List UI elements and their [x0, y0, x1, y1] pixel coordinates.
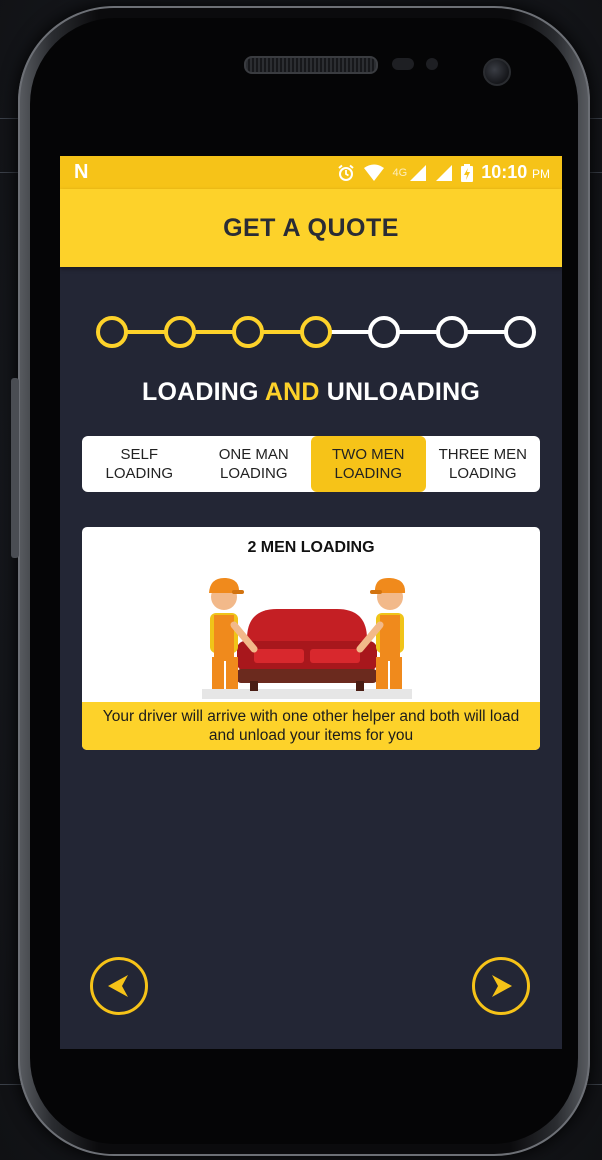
- section-title-highlight: AND: [264, 378, 320, 406]
- front-camera: [483, 58, 511, 86]
- phone-sensor: [392, 58, 414, 70]
- step-connector: [466, 330, 506, 334]
- step-connector: [330, 330, 370, 334]
- phone-speaker: [244, 56, 378, 74]
- alarm-icon: [337, 164, 354, 181]
- step-indicator: [436, 316, 468, 348]
- info-card: 2 MEN LOADING Your driver will arrive wi…: [82, 527, 540, 750]
- app-bar: GET A QUOTE: [60, 189, 562, 267]
- step-connector: [126, 330, 166, 334]
- page-title: GET A QUOTE: [223, 213, 399, 242]
- signal-icon: [436, 164, 453, 181]
- phone-side-button: [11, 378, 19, 558]
- loading-option-selector: SELF LOADING ONE MAN LOADING TWO MEN LOA…: [82, 436, 540, 492]
- option-label-line1: ONE MAN: [218, 446, 289, 463]
- option-label-line2: LOADING: [105, 465, 173, 482]
- battery-icon: [461, 163, 474, 182]
- status-time: 10:10: [481, 162, 528, 182]
- card-caption: Your driver will arrive with one other h…: [82, 702, 540, 750]
- option-label-line1: TWO MEN: [332, 446, 405, 463]
- status-period: PM: [532, 167, 550, 181]
- step-indicator: [96, 316, 128, 348]
- option-label-line1: SELF: [120, 446, 158, 463]
- app-screen: N 4G 10:10 PM GET A QUOTE LOADING AND UN…: [60, 156, 562, 1049]
- progress-stepper: [60, 314, 562, 350]
- option-label-line2: LOADING: [448, 465, 517, 482]
- step-connector: [194, 330, 234, 334]
- step-indicator: [300, 316, 332, 348]
- chevron-right-icon: [492, 975, 512, 997]
- section-title-part: LOADING: [142, 378, 265, 406]
- n-logo-icon: N: [74, 161, 89, 183]
- option-one-man-loading[interactable]: ONE MAN LOADING: [197, 436, 312, 492]
- step-indicator: [232, 316, 264, 348]
- wifi-icon: [363, 164, 384, 181]
- step-indicator: [164, 316, 196, 348]
- two-movers-sofa-illustration: [202, 577, 412, 699]
- section-title: LOADING AND UNLOADING: [60, 378, 562, 407]
- next-button[interactable]: [472, 957, 530, 1015]
- option-three-men-loading[interactable]: THREE MEN LOADING: [426, 436, 541, 492]
- section-title-part: UNLOADING: [319, 378, 480, 406]
- status-icons: 4G 10:10 PM: [337, 162, 550, 183]
- step-connector: [262, 330, 302, 334]
- option-label-line2: LOADING: [334, 465, 402, 482]
- step-connector: [398, 330, 438, 334]
- option-two-men-loading[interactable]: TWO MEN LOADING: [311, 436, 426, 492]
- status-bar: N 4G 10:10 PM: [60, 156, 562, 189]
- signal-icon: [410, 164, 427, 181]
- phone-sensor: [426, 58, 438, 70]
- network-type: 4G: [392, 166, 408, 179]
- option-self-loading[interactable]: SELF LOADING: [82, 436, 197, 492]
- step-indicator: [368, 316, 400, 348]
- back-button[interactable]: [90, 957, 148, 1015]
- chevron-left-icon: [108, 975, 128, 997]
- step-indicator: [504, 316, 536, 348]
- card-title: 2 MEN LOADING: [247, 539, 375, 556]
- option-label-line1: THREE MEN: [438, 446, 527, 463]
- option-label-line2: LOADING: [219, 465, 288, 482]
